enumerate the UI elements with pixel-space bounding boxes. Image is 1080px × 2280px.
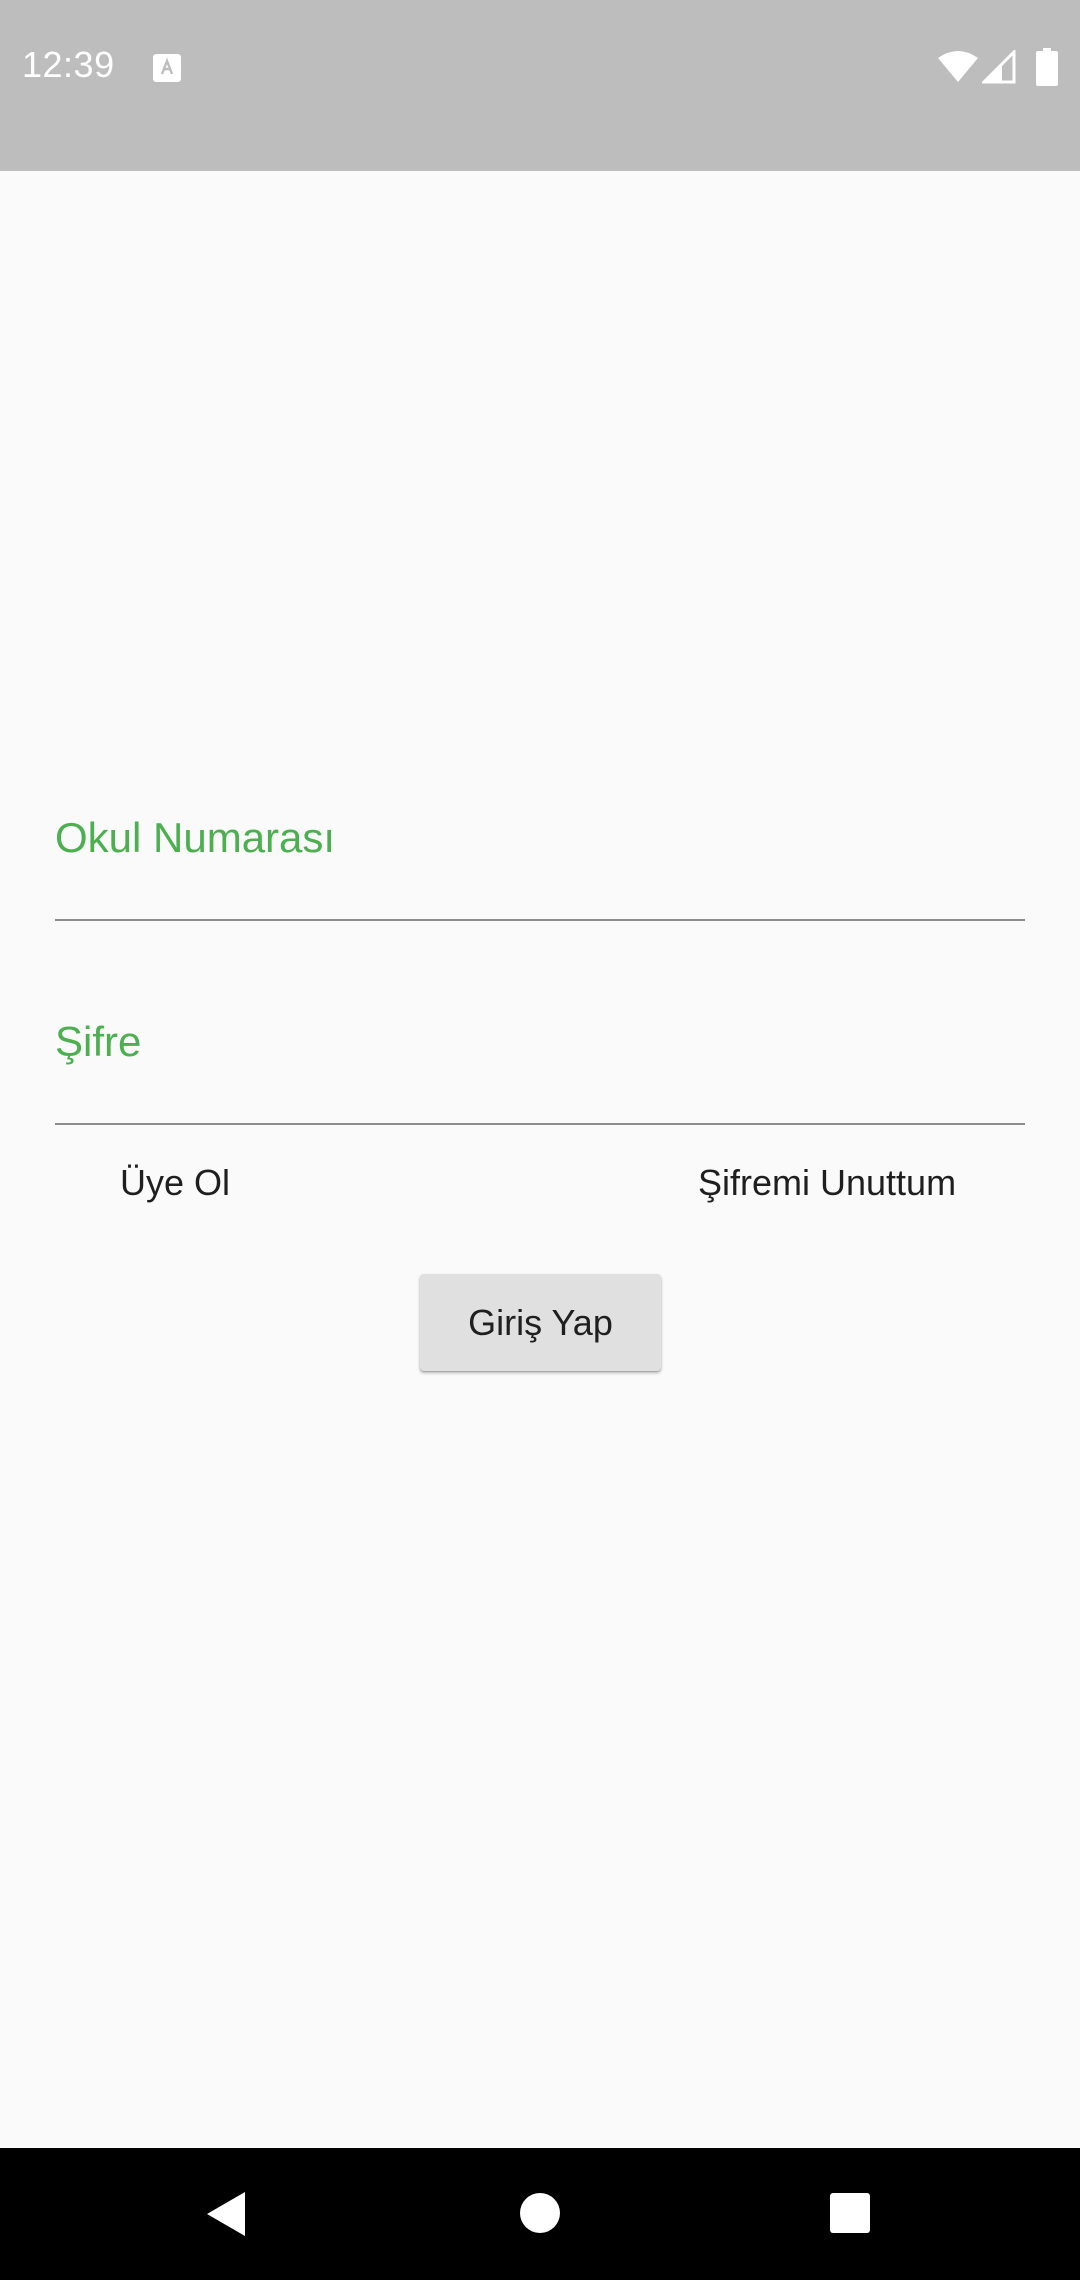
school-number-input[interactable] — [55, 800, 1025, 860]
register-link[interactable]: Üye Ol — [120, 1162, 230, 1204]
wifi-icon — [938, 51, 978, 82]
login-button[interactable]: Giriş Yap — [420, 1274, 661, 1371]
battery-icon — [1036, 48, 1058, 86]
back-icon[interactable] — [205, 2190, 247, 2238]
navigation-bar — [0, 2148, 1080, 2280]
status-bar: 12:39 — [0, 0, 1080, 171]
signal-icon — [982, 50, 1016, 84]
school-number-underline — [55, 919, 1025, 921]
status-time: 12:39 — [22, 44, 115, 85]
text-a-icon — [153, 54, 181, 82]
recents-icon[interactable] — [829, 2192, 871, 2234]
school-number-field: Okul Numarası — [55, 800, 1025, 925]
password-input[interactable] — [55, 1004, 1025, 1064]
password-field: Şifre — [55, 1004, 1025, 1129]
forgot-password-link[interactable]: Şifremi Unuttum — [698, 1162, 956, 1204]
password-underline — [55, 1123, 1025, 1125]
home-icon[interactable] — [519, 2192, 561, 2234]
